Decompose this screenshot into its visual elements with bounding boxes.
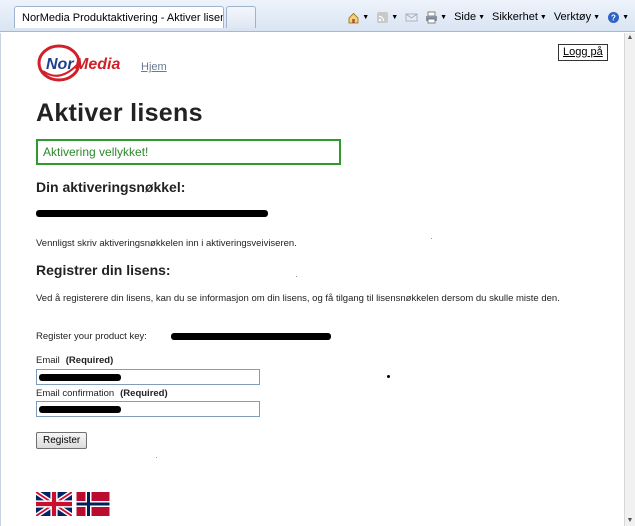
page-menu[interactable]: Side ▼ <box>454 11 485 23</box>
success-message: Aktivering vellykket! <box>36 139 341 165</box>
register-info: Ved å registerere din lisens, kan du se … <box>36 293 560 304</box>
svg-text:?: ? <box>611 13 616 22</box>
page-title: Aktiver lisens <box>36 99 203 127</box>
stray-pixel <box>156 457 157 458</box>
email-label: Email (Required) <box>36 355 113 366</box>
browser-tab[interactable]: NorMedia Produktaktivering - Aktiver lis… <box>14 6 224 28</box>
stray-pixel <box>431 238 432 239</box>
key-instruction: Vennligst skriv aktiveringsnøkkelen inn … <box>36 238 297 249</box>
email-confirmation-required-text: (Required) <box>120 388 168 399</box>
chevron-down-icon: ▼ <box>593 13 601 21</box>
print-command[interactable]: ▼ <box>425 11 447 24</box>
svg-text:Media: Media <box>75 56 120 73</box>
home-icon <box>348 12 359 23</box>
register-button[interactable]: Register <box>36 432 88 449</box>
chevron-down-icon: ▼ <box>539 13 547 21</box>
uk-flag-icon[interactable] <box>36 492 72 516</box>
vertical-scrollbar[interactable]: ▲ ▼ <box>624 33 635 526</box>
language-flags <box>36 492 111 516</box>
scroll-down-icon[interactable]: ▼ <box>625 516 635 526</box>
register-license-heading: Registrer din lisens: <box>36 262 171 278</box>
safety-menu[interactable]: Sikkerhet ▼ <box>492 11 547 23</box>
email-confirmation-field[interactable] <box>36 401 260 417</box>
browser-tab-title: NorMedia Produktaktivering - Aktiver lis… <box>22 11 224 24</box>
feeds-command[interactable]: ▼ <box>376 11 398 24</box>
normedia-logo-icon: Nor Media <box>37 44 120 82</box>
redacted-email-confirmation <box>39 406 121 413</box>
redacted-product-key <box>171 333 331 340</box>
web-page: Nor Media Hjem Logg på Aktiver lisens Ak… <box>0 33 624 526</box>
activation-key-heading: Din aktiveringsnøkkel: <box>36 179 186 195</box>
email-confirmation-label-text: Email confirmation <box>36 388 115 399</box>
help-icon: ? <box>608 11 620 23</box>
email-confirmation-label: Email confirmation (Required) <box>36 388 168 399</box>
help-menu[interactable]: ? ▼ <box>607 11 629 24</box>
normedia-logo[interactable]: Nor Media <box>37 43 129 88</box>
tools-menu[interactable]: Verktøy ▼ <box>554 11 600 23</box>
login-button[interactable]: Logg på <box>558 44 608 61</box>
rss-feed-icon <box>377 11 389 23</box>
norway-flag-icon[interactable] <box>75 492 111 516</box>
print-icon <box>426 11 438 23</box>
product-key-label: Register your product key: <box>36 331 147 342</box>
safety-menu-label: Sikkerhet <box>492 11 538 23</box>
redacted-email <box>39 374 121 381</box>
chevron-down-icon: ▼ <box>478 13 486 21</box>
command-bar: ▼ ▼ ▼ Side ▼ Sikkerhet ▼ Verktøy ▼ ? ▼ <box>347 8 629 26</box>
scroll-up-icon[interactable]: ▲ <box>625 33 635 43</box>
home-command[interactable]: ▼ <box>347 11 369 24</box>
email-label-text: Email <box>36 355 60 366</box>
stray-pixel <box>296 276 297 277</box>
home-link[interactable]: Hjem <box>141 61 167 73</box>
email-required-text: (Required) <box>65 355 114 366</box>
tools-menu-label: Verktøy <box>553 11 592 23</box>
mail-command[interactable] <box>405 11 418 24</box>
new-tab-button[interactable] <box>226 6 256 28</box>
svg-text:Nor: Nor <box>46 56 74 73</box>
redacted-activation-key <box>36 210 268 217</box>
email-field[interactable] <box>36 369 260 385</box>
page-menu-label: Side <box>454 11 477 23</box>
browser-toolbar: NorMedia Produktaktivering - Aktiver lis… <box>0 0 635 32</box>
mail-icon <box>405 13 418 21</box>
stray-dot <box>387 375 390 378</box>
